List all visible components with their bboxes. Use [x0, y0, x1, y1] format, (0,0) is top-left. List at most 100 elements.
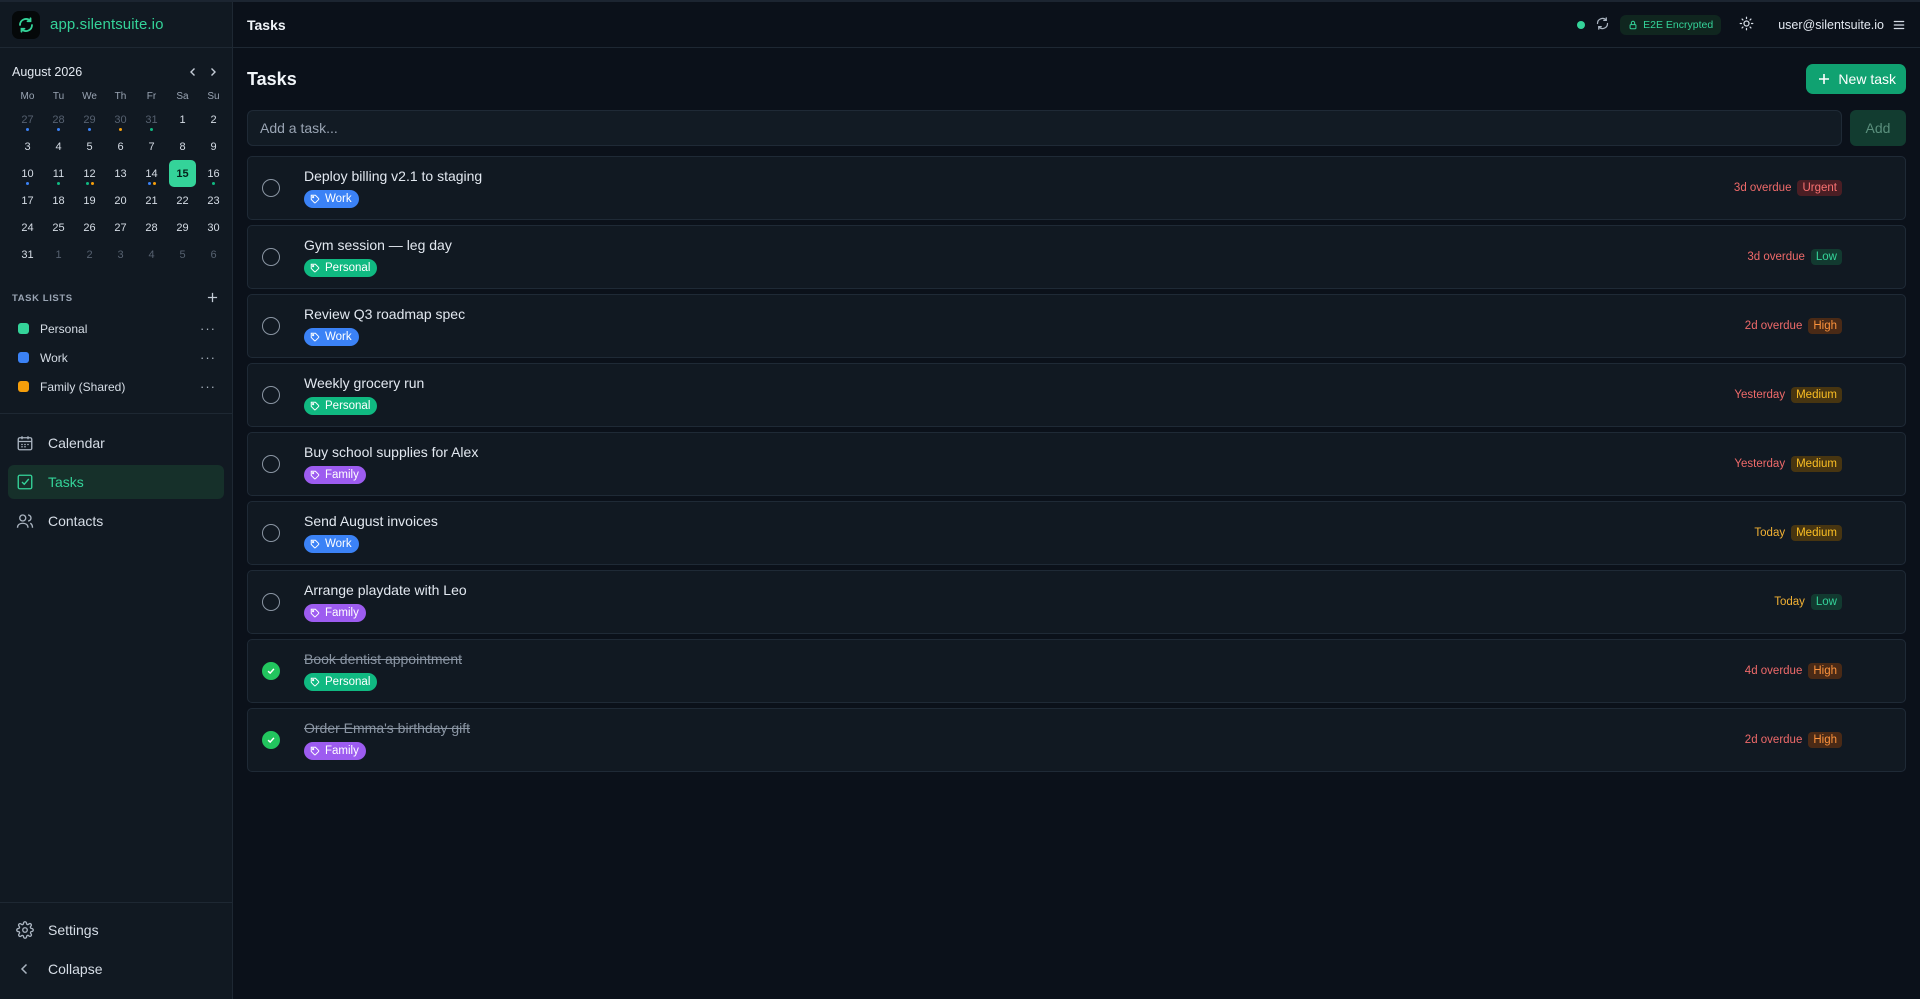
add-task-input[interactable] [247, 110, 1842, 146]
task-row[interactable]: Buy school supplies for Alex Family Yester… [247, 432, 1906, 496]
task-title[interactable]: Send August invoices [304, 513, 1754, 529]
theme-toggle-icon[interactable] [1739, 16, 1754, 34]
task-row[interactable]: Arrange playdate with Leo Family Today Low [247, 570, 1906, 634]
task-list-item[interactable]: Work ··· [0, 343, 232, 372]
calendar-day[interactable]: 13 [105, 160, 136, 187]
chevron-left-icon[interactable] [186, 65, 200, 79]
new-task-button[interactable]: New task [1806, 64, 1906, 94]
task-tag[interactable]: Personal [304, 259, 378, 277]
task-checkbox[interactable] [262, 386, 280, 404]
task-row[interactable]: Send August invoices Work Today Medium [247, 501, 1906, 565]
calendar-day[interactable]: 28 [136, 214, 167, 241]
task-row[interactable]: Review Q3 roadmap spec Work 2d overdue High [247, 294, 1906, 358]
calendar-day[interactable]: 7 [136, 133, 167, 160]
calendar-day[interactable]: 5 [74, 133, 105, 160]
task-title[interactable]: Deploy billing v2.1 to staging [304, 168, 1734, 184]
add-task-button[interactable]: Add [1850, 110, 1906, 146]
task-title[interactable]: Arrange playdate with Leo [304, 582, 1774, 598]
task-row[interactable]: Gym session — leg day Personal 3d overdue L… [247, 225, 1906, 289]
task-tag[interactable]: Personal [304, 673, 378, 691]
calendar-day[interactable]: 31 [12, 241, 43, 268]
calendar-day-today[interactable]: 15 [169, 160, 196, 187]
task-checkbox[interactable] [262, 248, 280, 266]
task-row[interactable]: Deploy billing v2.1 to staging Work 3d ove… [247, 156, 1906, 220]
nav-settings[interactable]: Settings [8, 913, 224, 947]
user-menu[interactable]: user@silentsuite.io [1778, 18, 1906, 32]
calendar-day[interactable]: 5 [167, 241, 198, 268]
calendar-day[interactable]: 14 [136, 160, 167, 187]
calendar-day[interactable]: 26 [74, 214, 105, 241]
task-title[interactable]: Weekly grocery run [304, 375, 1734, 391]
task-checkbox[interactable] [262, 317, 280, 335]
task-title[interactable]: Order Emma's birthday gift [304, 720, 1745, 736]
chevron-right-icon[interactable] [206, 65, 220, 79]
task-row[interactable]: Order Emma's birthday gift Family 2d overd… [247, 708, 1906, 772]
task-tag[interactable]: Family [304, 742, 366, 760]
task-title[interactable]: Book dentist appointment [304, 651, 1745, 667]
task-tag[interactable]: Work [304, 328, 359, 346]
task-title[interactable]: Gym session — leg day [304, 237, 1747, 253]
task-row[interactable]: Book dentist appointment Personal 4d overd… [247, 639, 1906, 703]
task-checkbox[interactable] [262, 179, 280, 197]
calendar-day[interactable]: 1 [167, 106, 198, 133]
task-checkbox[interactable] [262, 662, 280, 680]
calendar-day[interactable]: 27 [12, 106, 43, 133]
task-checkbox[interactable] [262, 731, 280, 749]
calendar-day[interactable]: 6 [198, 241, 229, 268]
calendar-day[interactable]: 21 [136, 187, 167, 214]
calendar-day[interactable]: 23 [198, 187, 229, 214]
calendar-day[interactable]: 16 [198, 160, 229, 187]
calendar-day[interactable]: 9 [198, 133, 229, 160]
add-list-icon[interactable] [207, 290, 218, 306]
more-options-icon[interactable]: ··· [200, 321, 216, 336]
calendar-day[interactable]: 1 [43, 241, 74, 268]
nav-calendar[interactable]: Calendar [8, 426, 224, 460]
more-options-icon[interactable]: ··· [200, 379, 216, 394]
calendar-day[interactable]: 2 [198, 106, 229, 133]
task-checkbox[interactable] [262, 455, 280, 473]
task-tag[interactable]: Family [304, 466, 366, 484]
calendar-day[interactable]: 24 [12, 214, 43, 241]
nav-collapse[interactable]: Collapse [8, 952, 224, 986]
task-title[interactable]: Review Q3 roadmap spec [304, 306, 1745, 322]
calendar-day[interactable]: 29 [74, 106, 105, 133]
calendar-day[interactable]: 17 [12, 187, 43, 214]
calendar-day[interactable]: 18 [43, 187, 74, 214]
calendar-day[interactable]: 6 [105, 133, 136, 160]
calendar-day[interactable]: 30 [198, 214, 229, 241]
calendar-day[interactable]: 25 [43, 214, 74, 241]
calendar-day[interactable]: 4 [43, 133, 74, 160]
task-tag[interactable]: Personal [304, 397, 378, 415]
calendar-day[interactable]: 2 [74, 241, 105, 268]
calendar-day[interactable]: 12 [74, 160, 105, 187]
calendar-day[interactable]: 4 [136, 241, 167, 268]
calendar-day[interactable]: 8 [167, 133, 198, 160]
calendar-day[interactable]: 3 [105, 241, 136, 268]
sync-icon[interactable] [1595, 16, 1610, 34]
calendar-day[interactable]: 19 [74, 187, 105, 214]
calendar-day[interactable]: 28 [43, 106, 74, 133]
calendar-day[interactable]: 27 [105, 214, 136, 241]
app-domain[interactable]: app.silentsuite.io [50, 16, 164, 33]
calendar-day[interactable]: 30 [105, 106, 136, 133]
task-tag[interactable]: Family [304, 604, 366, 622]
nav-contacts[interactable]: Contacts [8, 504, 224, 538]
calendar-day[interactable]: 10 [12, 160, 43, 187]
calendar-day[interactable]: 31 [136, 106, 167, 133]
task-title[interactable]: Buy school supplies for Alex [304, 444, 1734, 460]
calendar-day[interactable]: 22 [167, 187, 198, 214]
task-tag[interactable]: Work [304, 535, 359, 553]
task-list-item[interactable]: Family (Shared) ··· [0, 372, 232, 401]
calendar-day[interactable]: 11 [43, 160, 74, 187]
more-options-icon[interactable]: ··· [200, 350, 216, 365]
task-checkbox[interactable] [262, 524, 280, 542]
calendar-day[interactable]: 3 [12, 133, 43, 160]
calendar-day[interactable]: 20 [105, 187, 136, 214]
task-tag[interactable]: Work [304, 190, 359, 208]
nav-tasks[interactable]: Tasks [8, 465, 224, 499]
task-checkbox[interactable] [262, 593, 280, 611]
task-list-item[interactable]: Personal ··· [0, 314, 232, 343]
app-logo-icon[interactable] [12, 10, 40, 39]
task-row[interactable]: Weekly grocery run Personal Yesterday Mediu… [247, 363, 1906, 427]
calendar-day[interactable]: 29 [167, 214, 198, 241]
